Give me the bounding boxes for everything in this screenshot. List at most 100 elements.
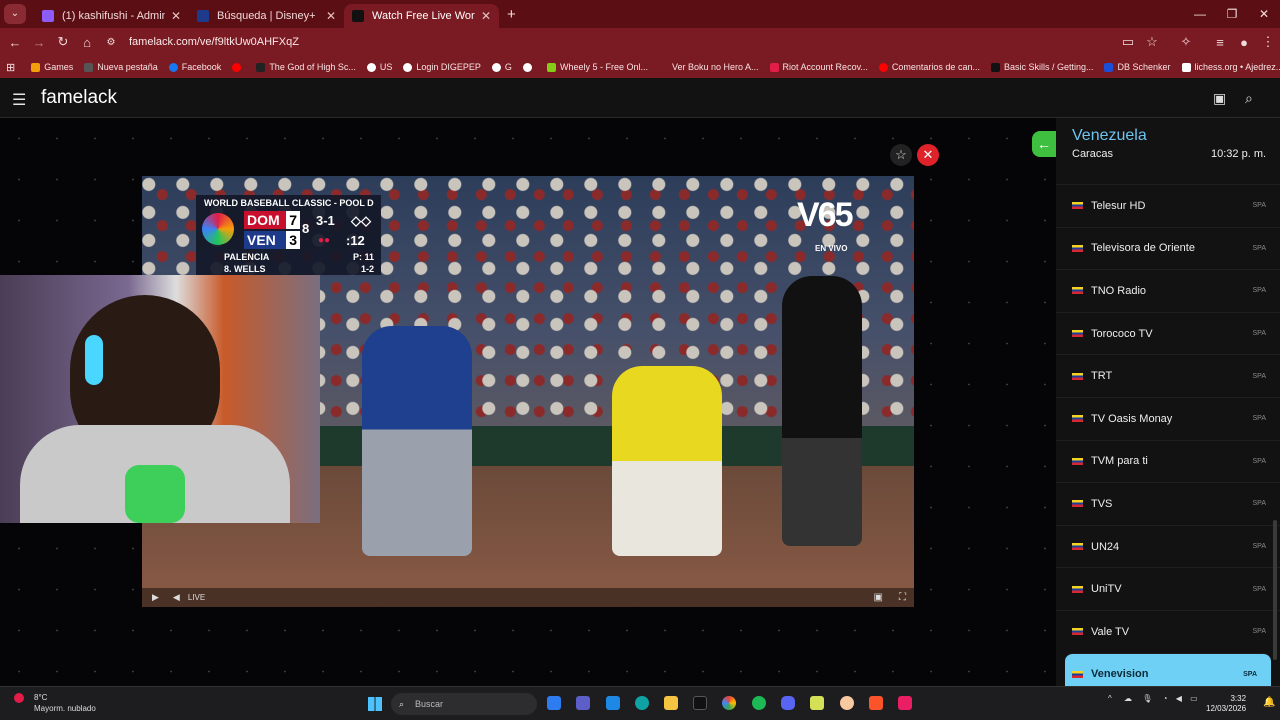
site-logo[interactable]: famelack	[41, 87, 117, 109]
pitcher-name: PALENCIA	[224, 252, 270, 262]
close-window-icon[interactable]: ✕	[1248, 0, 1280, 28]
teams-icon[interactable]	[576, 696, 590, 710]
app-icon[interactable]	[840, 696, 854, 710]
panel-scrollbar[interactable]	[1273, 520, 1277, 660]
bookmark-item[interactable]: lichess.org • Ajedrez...	[1181, 62, 1280, 72]
pitch-count: P: 11	[352, 252, 374, 262]
apps-icon[interactable]: ⊞	[6, 61, 15, 74]
edge-icon[interactable]	[635, 696, 649, 710]
volume-icon[interactable]: ◀	[1176, 694, 1182, 703]
restore-icon[interactable]: ❐	[1216, 0, 1248, 28]
mic-icon[interactable]: 🎙	[1142, 694, 1152, 703]
bookmark-item[interactable]	[232, 62, 245, 72]
channel-item[interactable]: TVM para ti SPA	[1056, 439, 1280, 483]
profile-avatar[interactable]: ●	[1232, 35, 1256, 50]
bookmark-item[interactable]: Wheely 5 - Free Onl...	[546, 62, 648, 72]
channel-item[interactable]: Vale TV SPA	[1056, 609, 1280, 653]
cloud-icon[interactable]: ☁	[1124, 694, 1132, 703]
venezuela-flag-icon	[1072, 287, 1083, 295]
tiktok-icon[interactable]	[693, 696, 707, 710]
channels-icon[interactable]: ▣	[1213, 90, 1226, 107]
close-tab-icon[interactable]: ✕	[481, 9, 491, 23]
spotify-icon[interactable]	[752, 696, 766, 710]
taskbar-search[interactable]: ⌕ Buscar	[391, 693, 537, 715]
bookmark-item[interactable]: Login DIGEPEP	[403, 62, 481, 72]
notes-icon[interactable]	[810, 696, 824, 710]
search-icon[interactable]: ⌕	[1245, 90, 1253, 107]
close-tab-icon[interactable]: ✕	[326, 9, 336, 23]
channel-item[interactable]: Telesur HD SPA	[1056, 184, 1280, 227]
forward-icon[interactable]: →	[27, 35, 51, 50]
site-info-icon[interactable]: ⚙	[99, 37, 123, 48]
minimize-icon[interactable]: —	[1184, 0, 1216, 28]
umpire	[782, 276, 862, 546]
task-view-icon[interactable]	[547, 696, 561, 710]
bookmark-item[interactable]: Games	[31, 62, 73, 72]
bookmark-item[interactable]: The God of High Sc...	[256, 62, 356, 72]
tiktok-app-icon[interactable]	[898, 696, 912, 710]
cast-icon[interactable]: ▭	[1116, 34, 1140, 50]
media-icon[interactable]: ≡	[1208, 35, 1232, 50]
chrome-icon[interactable]	[722, 696, 736, 710]
bookmark-item[interactable]: Facebook	[168, 62, 221, 72]
bookmark-item[interactable]: Ver Boku no Hero A...	[658, 62, 759, 72]
channel-item[interactable]: TV Oasis Monay SPA	[1056, 396, 1280, 440]
favorite-button[interactable]: ☆	[890, 144, 912, 166]
wifi-icon[interactable]: ◔	[1163, 694, 1168, 703]
close-tab-icon[interactable]: ✕	[171, 9, 181, 23]
start-icon[interactable]	[368, 697, 382, 711]
back-icon[interactable]: ←	[3, 35, 27, 50]
bookmark-item[interactable]: DB Schenker	[1104, 62, 1171, 72]
channel-list: Telesur HD SPA Televisora de Oriente SPA T…	[1056, 184, 1280, 686]
bookmark-item[interactable]: US	[366, 62, 392, 72]
reload-icon[interactable]: ↻	[51, 34, 75, 50]
channel-item[interactable]: Torococo TV SPA	[1056, 311, 1280, 355]
brave-icon[interactable]	[869, 696, 883, 710]
home-icon[interactable]: ⌂	[75, 35, 99, 50]
chevron-up-icon[interactable]: ^	[1108, 694, 1112, 703]
channel-item[interactable]: Televisora de Oriente SPA	[1056, 226, 1280, 270]
channel-item[interactable]: UniTV SPA	[1056, 567, 1280, 610]
bookmark-item[interactable]: Comentarios de can...	[878, 62, 980, 72]
channel-item[interactable]: TNO Radio SPA	[1056, 269, 1280, 312]
live-tag: EN VIVO	[815, 244, 848, 253]
battery-icon[interactable]: ▭	[1190, 694, 1198, 703]
bookmark-star-icon[interactable]: ☆	[1140, 34, 1164, 50]
player-controls: ▶ ◀ LIVE ▣ ⛶	[142, 588, 914, 607]
channel-item[interactable]: UN24 SPA	[1056, 524, 1280, 568]
tab-search-icon[interactable]: ⌄	[4, 4, 26, 24]
bookmark-item[interactable]: Nueva pestaña	[84, 62, 158, 72]
weather-widget[interactable]: 8°C Mayorm. nublado	[18, 692, 96, 714]
channel-item[interactable]: TVS SPA	[1056, 482, 1280, 525]
bookmark-item[interactable]: Riot Account Recov...	[769, 62, 868, 72]
tab-disney[interactable]: Búsqueda | Disney+ ✕	[189, 4, 344, 28]
back-arrow-button[interactable]: ←	[1032, 131, 1056, 157]
venezuela-flag-icon	[1072, 500, 1083, 508]
tab-famelack[interactable]: Watch Free Live World TV | Glo ✕	[344, 4, 499, 28]
fullscreen-icon[interactable]: ⛶	[899, 592, 906, 603]
menu-icon[interactable]: ⋮	[1256, 34, 1280, 50]
new-tab-button[interactable]: +	[507, 6, 516, 23]
channel-item-selected[interactable]: Venevision SPA	[1065, 652, 1271, 686]
channel-item[interactable]: TRT SPA	[1056, 354, 1280, 397]
volume-icon[interactable]: ◀	[173, 592, 180, 603]
bookmark-item[interactable]	[522, 62, 536, 72]
tab-kashifushi[interactable]: (1) kashifushi - Administrador d ✕	[34, 4, 189, 28]
file-explorer-icon[interactable]	[664, 696, 678, 710]
catcher	[612, 366, 722, 556]
pip-icon[interactable]: ▣	[874, 592, 883, 603]
address-bar[interactable]: famelack.com/ve/f9ltkUw0AHFXqZ	[129, 36, 299, 48]
notifications-icon[interactable]: 🔔	[1263, 697, 1275, 708]
menu-icon[interactable]: ☰	[12, 90, 26, 110]
taskbar-clock[interactable]: 3:32 12/03/2026	[1206, 694, 1246, 714]
play-icon[interactable]: ▶	[152, 592, 159, 603]
tab-strip: ⌄ (1) kashifushi - Administrador d ✕ Bús…	[0, 0, 1280, 28]
discord-icon[interactable]	[781, 696, 795, 710]
bookmark-item[interactable]: G	[491, 62, 512, 72]
country-title: Venezuela	[1072, 127, 1147, 144]
local-time: 10:32 p. m.	[1211, 148, 1267, 160]
mail-icon[interactable]	[606, 696, 620, 710]
close-player-button[interactable]: ✕	[917, 144, 939, 166]
bookmark-item[interactable]: Basic Skills / Getting...	[990, 62, 1093, 72]
extensions-icon[interactable]: ✧	[1174, 34, 1198, 50]
